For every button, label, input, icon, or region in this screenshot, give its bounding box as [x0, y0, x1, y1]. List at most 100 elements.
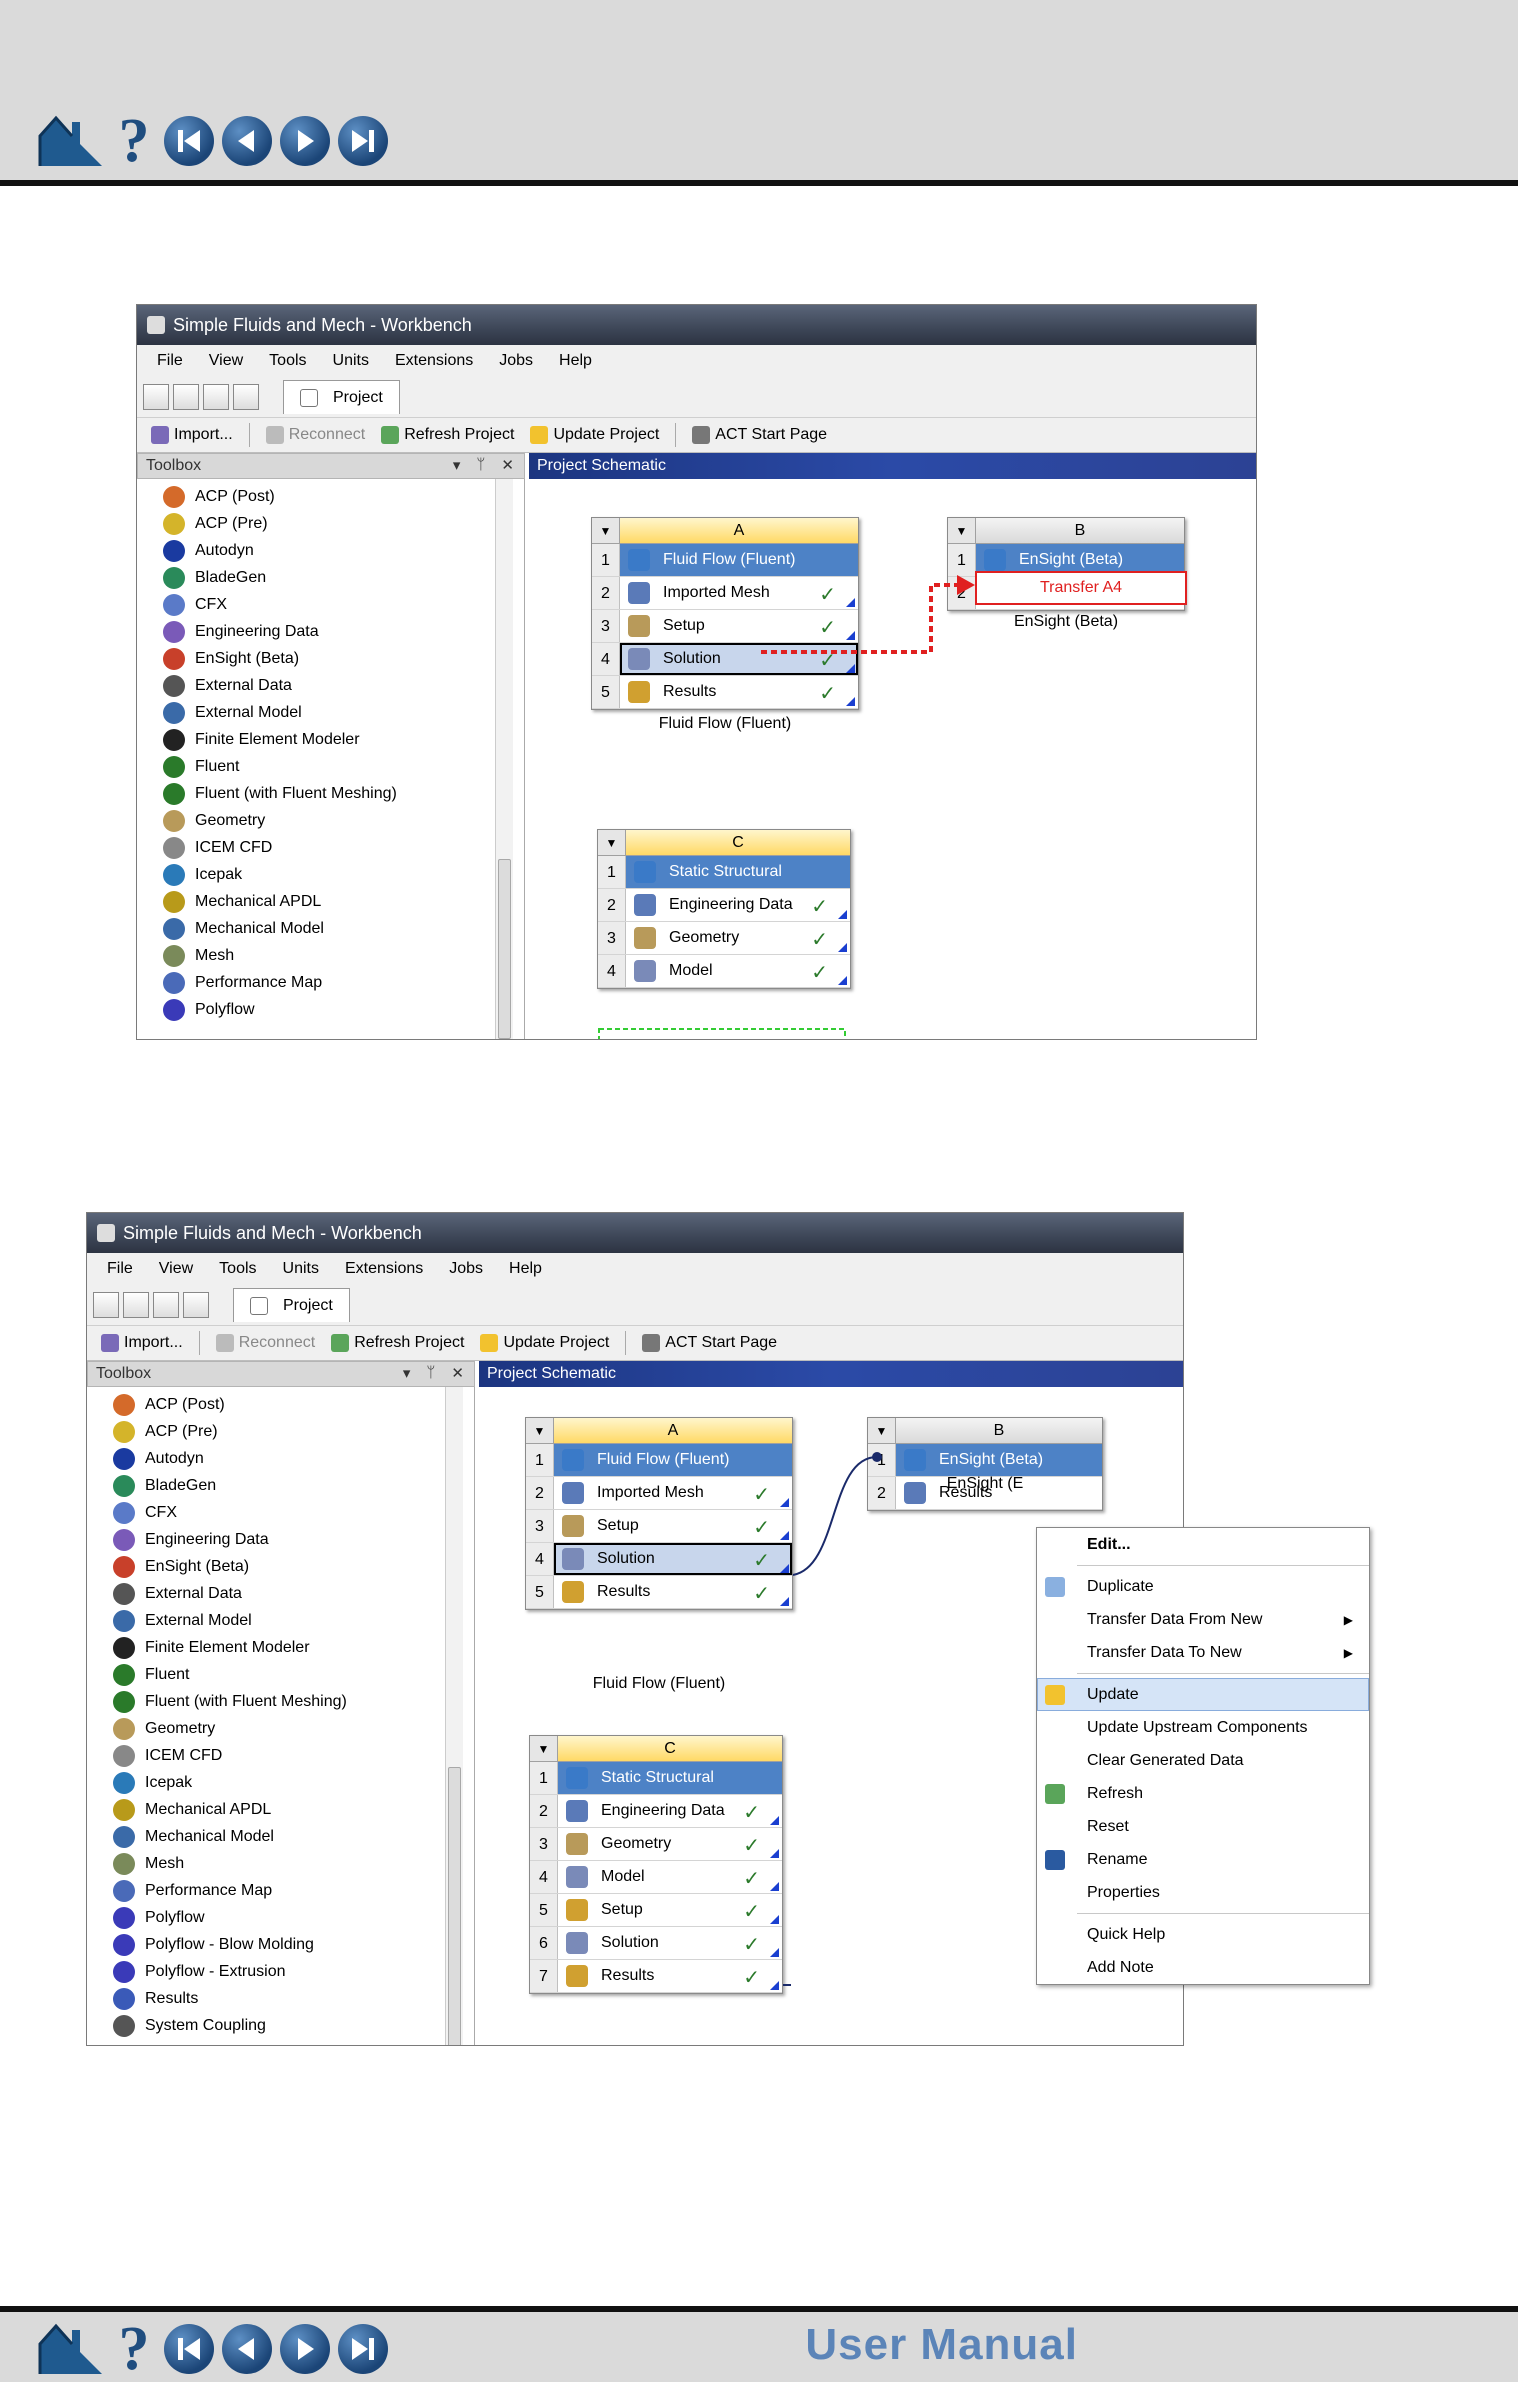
toolbox-pin-icon[interactable]: ᛘ	[426, 1364, 435, 1382]
toolbox-item[interactable]: Polyflow	[137, 996, 524, 1023]
toolbox-item[interactable]: Icepak	[87, 1769, 474, 1796]
update-project-button[interactable]: Update Project	[530, 425, 659, 444]
toolbox-item[interactable]: Finite Element Modeler	[137, 726, 524, 753]
toolbox-scrollbar[interactable]	[445, 1387, 463, 2045]
toolbox-item[interactable]: Icepak	[137, 861, 524, 888]
save-as-icon[interactable]	[233, 384, 259, 410]
first-page-icon[interactable]	[164, 2324, 214, 2374]
context-menu-item[interactable]: Add Note	[1037, 1951, 1369, 1984]
previous-page-icon[interactable]	[222, 2324, 272, 2374]
context-menu-item[interactable]: Edit...	[1037, 1528, 1369, 1561]
toolbox-item[interactable]: External Model	[137, 699, 524, 726]
toolbox-item[interactable]: Performance Map	[137, 969, 524, 996]
toolbox-item[interactable]: Polyflow	[87, 1904, 474, 1931]
tab-project[interactable]: Project	[233, 1288, 350, 1322]
toolbox-item[interactable]: Performance Map	[87, 1877, 474, 1904]
menu-units[interactable]: Units	[283, 1260, 319, 1278]
help-icon[interactable]: ?	[112, 2318, 156, 2380]
toolbox-close-icon[interactable]: ✕	[501, 456, 514, 474]
toolbox-item[interactable]: External Data	[137, 672, 524, 699]
save-icon[interactable]	[153, 1292, 179, 1318]
toolbox-item[interactable]: Autodyn	[87, 1445, 474, 1472]
context-menu-item[interactable]: Update Upstream Components	[1037, 1711, 1369, 1744]
menu-file[interactable]: File	[107, 1260, 133, 1278]
home-icon[interactable]	[38, 114, 104, 168]
toolbox-item[interactable]: Mechanical Model	[87, 1823, 474, 1850]
toolbox-item[interactable]: Fluent (with Fluent Meshing)	[137, 780, 524, 807]
context-menu-item[interactable]: Refresh	[1037, 1777, 1369, 1810]
toolbox-item[interactable]: ICEM CFD	[87, 1742, 474, 1769]
import-button[interactable]: Import...	[151, 425, 233, 444]
menu-extensions[interactable]: Extensions	[395, 352, 473, 370]
menu-jobs[interactable]: Jobs	[449, 1260, 483, 1278]
toolbox-item[interactable]: ICEM CFD	[137, 834, 524, 861]
toolbox-item[interactable]: ACP (Post)	[87, 1391, 474, 1418]
context-menu-item[interactable]: Clear Generated Data	[1037, 1744, 1369, 1777]
context-menu-item[interactable]: Rename	[1037, 1843, 1369, 1876]
scrollbar-thumb[interactable]	[498, 859, 511, 1039]
toolbox-item[interactable]: Fluent	[87, 1661, 474, 1688]
toolbox-item[interactable]: BladeGen	[137, 564, 524, 591]
toolbox-item[interactable]: Mechanical Model	[137, 915, 524, 942]
act-start-page-button[interactable]: ACT Start Page	[642, 1333, 777, 1352]
menu-tools[interactable]: Tools	[269, 352, 306, 370]
toolbox-item[interactable]: EnSight (Beta)	[137, 645, 524, 672]
toolbox-item[interactable]: External Data	[87, 1580, 474, 1607]
toolbox-item[interactable]: External Model	[87, 1607, 474, 1634]
toolbox-pin-icon[interactable]: ᛘ	[476, 456, 485, 474]
last-page-icon[interactable]	[338, 116, 388, 166]
reconnect-button[interactable]: Reconnect	[215, 1333, 315, 1352]
toolbox-item[interactable]: Polyflow - Blow Molding	[87, 1931, 474, 1958]
context-menu-item[interactable]: Quick Help	[1037, 1918, 1369, 1951]
menu-tools[interactable]: Tools	[219, 1260, 256, 1278]
toolbox-item[interactable]: Engineering Data	[137, 618, 524, 645]
menu-view[interactable]: View	[209, 352, 243, 370]
open-folder-icon[interactable]	[173, 384, 199, 410]
context-menu-item[interactable]: Reset	[1037, 1810, 1369, 1843]
toolbox-item[interactable]: ACP (Post)	[137, 483, 524, 510]
toolbox-item[interactable]: Engineering Data	[87, 1526, 474, 1553]
toolbox-item[interactable]: Polyflow - Extrusion	[87, 1958, 474, 1985]
reconnect-button[interactable]: Reconnect	[265, 425, 365, 444]
toolbox-item[interactable]: Geometry	[87, 1715, 474, 1742]
new-file-icon[interactable]	[143, 384, 169, 410]
menu-units[interactable]: Units	[333, 352, 369, 370]
toolbox-item[interactable]: Fluent (with Fluent Meshing)	[87, 1688, 474, 1715]
tab-project[interactable]: Project	[283, 380, 400, 414]
toolbox-dropdown-icon[interactable]: ▾	[403, 1364, 411, 1382]
toolbox-close-icon[interactable]: ✕	[451, 1364, 464, 1382]
toolbox-item[interactable]: CFX	[137, 591, 524, 618]
toolbox-item[interactable]: System Coupling	[87, 2012, 474, 2039]
toolbox-item[interactable]: Geometry	[137, 807, 524, 834]
context-menu-item[interactable]: Transfer Data To New ▶	[1037, 1636, 1369, 1669]
menu-file[interactable]: File	[157, 352, 183, 370]
context-menu-item[interactable]: Duplicate	[1037, 1570, 1369, 1603]
toolbox-item[interactable]: ACP (Pre)	[87, 1418, 474, 1445]
last-page-icon[interactable]	[338, 2324, 388, 2374]
menu-extensions[interactable]: Extensions	[345, 1260, 423, 1278]
toolbox-item[interactable]: Mechanical APDL	[87, 1796, 474, 1823]
toolbox-item[interactable]: Results	[87, 1985, 474, 2012]
update-project-button[interactable]: Update Project	[480, 1333, 609, 1352]
help-icon[interactable]: ?	[112, 110, 156, 172]
toolbox-scrollbar[interactable]	[495, 479, 513, 1039]
menu-jobs[interactable]: Jobs	[499, 352, 533, 370]
next-page-icon[interactable]	[280, 2324, 330, 2374]
toolbox-item[interactable]: Finite Element Modeler	[87, 1634, 474, 1661]
toolbox-item[interactable]: CFX	[87, 1499, 474, 1526]
save-icon[interactable]	[203, 384, 229, 410]
toolbox-item[interactable]: Fluent	[137, 753, 524, 780]
import-button[interactable]: Import...	[101, 1333, 183, 1352]
context-menu-item[interactable]: Properties	[1037, 1876, 1369, 1909]
first-page-icon[interactable]	[164, 116, 214, 166]
menu-help[interactable]: Help	[559, 352, 592, 370]
toolbox-item[interactable]: Autodyn	[137, 537, 524, 564]
toolbox-item[interactable]: EnSight (Beta)	[87, 1553, 474, 1580]
act-start-page-button[interactable]: ACT Start Page	[692, 425, 827, 444]
menu-help[interactable]: Help	[509, 1260, 542, 1278]
context-menu-item[interactable]: Transfer Data From New ▶	[1037, 1603, 1369, 1636]
new-file-icon[interactable]	[93, 1292, 119, 1318]
context-menu-item[interactable]: Update	[1037, 1678, 1369, 1711]
toolbox-item[interactable]: ACP (Pre)	[137, 510, 524, 537]
toolbox-item[interactable]: Mesh	[137, 942, 524, 969]
